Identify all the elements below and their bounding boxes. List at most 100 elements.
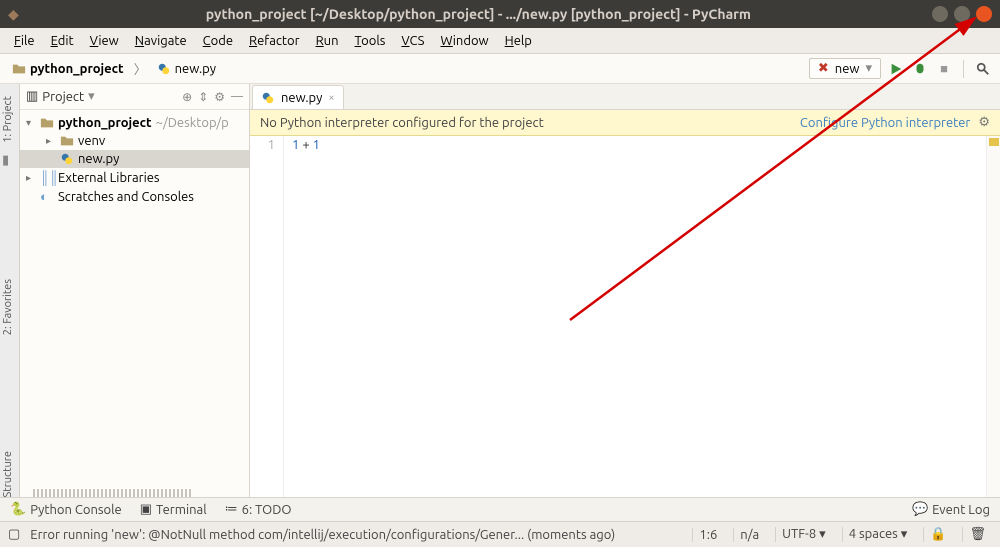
tree-scratches-label: Scratches and Consoles [58, 190, 194, 204]
tool-tab-todo[interactable]: ≔ 6: TODO [225, 502, 292, 517]
run-error-icon: ✖ [818, 61, 829, 76]
menu-run[interactable]: Run [308, 31, 347, 51]
maximize-button[interactable] [954, 6, 970, 22]
folder-icon [40, 116, 54, 130]
tool-tab-favorites[interactable]: 2: Favorites [0, 275, 19, 339]
collapse-icon[interactable]: ⇕ [198, 90, 208, 104]
app-icon: ◆ [8, 6, 19, 23]
code-editor[interactable]: 1 1 + 1 [250, 136, 1000, 521]
menu-view[interactable]: View [82, 31, 127, 51]
gear-icon[interactable]: ⚙ [978, 115, 990, 130]
code-token: 1 [313, 138, 320, 152]
tree-root-label: python_project [58, 116, 152, 130]
search-everywhere-button[interactable] [974, 60, 992, 78]
caret-right-icon: ▸ [46, 135, 56, 147]
breadcrumb-project[interactable]: python_project [8, 60, 128, 78]
tool-tab-terminal[interactable]: ▣ Terminal [140, 502, 207, 517]
warning-text: No Python interpreter configured for the… [260, 116, 544, 130]
encoding-selector[interactable]: UTF-8 ▾ [775, 527, 832, 542]
tool-tab-label: 6: TODO [242, 503, 292, 517]
menu-help[interactable]: Help [497, 31, 540, 51]
project-view-label: Project [42, 90, 84, 104]
debug-button[interactable] [911, 60, 929, 78]
tree-node-newpy[interactable]: new.py [20, 150, 249, 168]
configure-interpreter-link[interactable]: Configure Python interpreter [800, 116, 970, 130]
locate-icon[interactable]: ⊕ [182, 90, 192, 104]
tool-tab-label: Python Console [30, 503, 122, 517]
folder-icon [60, 134, 74, 148]
code-token: + [299, 138, 312, 152]
window-title: python_project [~/Desktop/python_project… [25, 6, 932, 22]
indent-selector[interactable]: 4 spaces ▾ [842, 527, 914, 542]
readonly-toggle[interactable]: 🔒 [923, 527, 952, 542]
line-separator[interactable]: n/a [733, 528, 765, 542]
line-number: 1 [250, 138, 275, 152]
run-config-label: new [835, 62, 860, 76]
line-gutter: 1 [250, 136, 284, 521]
menu-file[interactable]: File [6, 31, 43, 51]
close-button[interactable] [976, 6, 992, 22]
run-config-selector[interactable]: ✖ new ▾ [809, 58, 881, 79]
tool-tab-event-log[interactable]: 💬 Event Log [912, 502, 990, 517]
minimize-button[interactable] [932, 6, 948, 22]
stop-button[interactable]: ■ [935, 60, 953, 78]
python-file-icon [60, 152, 74, 166]
menu-window[interactable]: Window [432, 31, 496, 51]
breadcrumb-file[interactable]: new.py [153, 60, 220, 78]
close-tab-button[interactable]: × [328, 92, 334, 104]
menu-code[interactable]: Code [195, 31, 241, 51]
breadcrumb: python_project 〉 new.py [8, 59, 809, 78]
menu-refactor[interactable]: Refactor [241, 31, 308, 51]
chevron-down-icon: ▾ [865, 61, 872, 76]
project-view-selector[interactable]: ▥ Project ▾ [26, 89, 176, 104]
scratch-icon: ◐ [40, 189, 54, 204]
editor-area: new.py × No Python interpreter configure… [250, 84, 1000, 521]
navigation-toolbar: python_project 〉 new.py ✖ new ▾ ■ [0, 54, 1000, 84]
bottom-tool-stripe: 🐍 Python Console ▣ Terminal ≔ 6: TODO 💬 … [0, 497, 1000, 521]
error-stripe[interactable] [986, 136, 1000, 521]
library-icon: ║║ [40, 170, 54, 185]
tree-root-path: ~/Desktop/p [156, 116, 229, 130]
caret-right-icon: ▸ [26, 172, 36, 184]
menu-vcs[interactable]: VCS [393, 31, 432, 51]
chevron-down-icon: ▾ [88, 89, 95, 104]
bookmark-icon: ▮ [0, 153, 19, 168]
python-file-icon [261, 91, 275, 105]
tree-scratches[interactable]: ◐ Scratches and Consoles [20, 187, 249, 206]
editor-tab-newpy[interactable]: new.py × [252, 85, 344, 109]
window-titlebar: ◆ python_project [~/Desktop/python_proje… [0, 0, 1000, 28]
tree-node-label: venv [78, 134, 105, 148]
warning-marker[interactable] [989, 138, 999, 146]
status-bar: ▢ Error running 'new': @NotNull method c… [0, 521, 1000, 547]
breadcrumb-file-label: new.py [175, 62, 216, 76]
memory-indicator[interactable]: 🗑 [962, 527, 992, 542]
caret-position[interactable]: 1:6 [692, 528, 723, 542]
menu-edit[interactable]: Edit [43, 31, 82, 51]
caret-down-icon: ▾ [26, 117, 36, 129]
editor-tabs: new.py × [250, 84, 1000, 110]
tool-tab-project[interactable]: 1: Project [0, 92, 16, 147]
tool-tab-label: Event Log [932, 503, 990, 517]
tree-node-venv[interactable]: ▸ venv [20, 132, 249, 150]
tree-external-libraries[interactable]: ▸ ║║ External Libraries [20, 168, 249, 187]
split-handle[interactable] [33, 489, 193, 497]
menu-bar: FileEditViewNavigateCodeRefactorRunTools… [0, 28, 1000, 54]
interpreter-warning-bar: No Python interpreter configured for the… [250, 110, 1000, 136]
tool-tab-python-console[interactable]: 🐍 Python Console [10, 502, 122, 517]
menu-navigate[interactable]: Navigate [127, 31, 195, 51]
project-tree: ▾ python_project ~/Desktop/p ▸ venv new.… [20, 110, 249, 210]
folder-icon [12, 62, 26, 76]
run-button[interactable] [887, 60, 905, 78]
tree-node-label: new.py [78, 152, 119, 166]
editor-tab-label: new.py [281, 91, 322, 105]
left-tool-stripe: 1: Project ▮ 2: Favorites 7: Structure [0, 84, 20, 521]
menu-tools[interactable]: Tools [347, 31, 394, 51]
tree-external-label: External Libraries [58, 171, 160, 185]
project-tool-window: ▥ Project ▾ ⊕ ⇕ ⚙ — ▾ python_project ~/D… [20, 84, 250, 521]
chevron-right-icon: 〉 [134, 59, 147, 78]
python-file-icon [157, 62, 171, 76]
tree-root[interactable]: ▾ python_project ~/Desktop/p [20, 114, 249, 132]
tool-tab-label: Terminal [156, 503, 207, 517]
hide-tool-window-button[interactable]: — [231, 90, 243, 103]
gear-icon[interactable]: ⚙ [214, 90, 225, 104]
